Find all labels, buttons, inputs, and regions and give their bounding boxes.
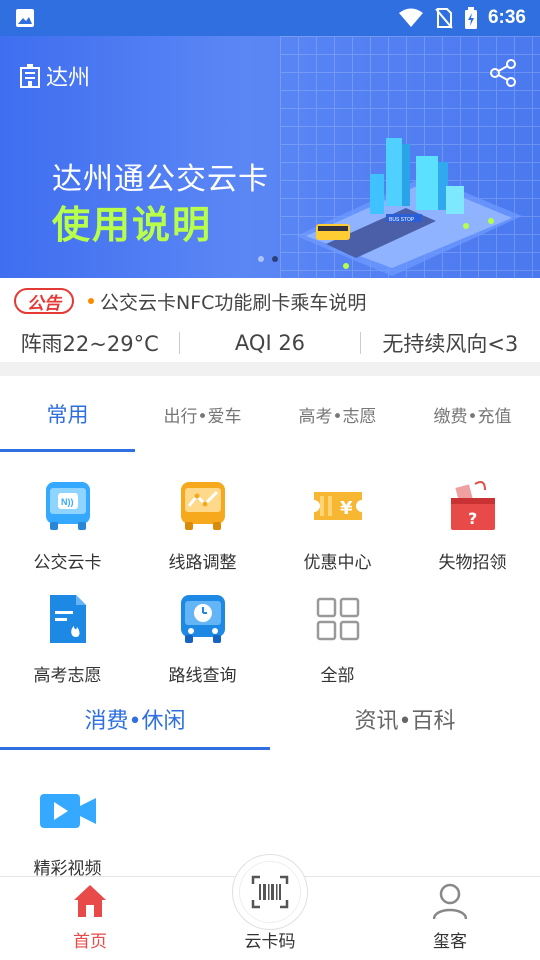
tab-payment[interactable]: 缴费•充值 [405, 376, 540, 452]
service-route-query[interactable]: 路线查询 [135, 583, 270, 696]
service-label: 公交云卡 [33, 553, 102, 573]
nav-home[interactable]: 首页 [0, 877, 180, 960]
tab-news[interactable]: 资讯•百科 [270, 688, 540, 750]
service-all[interactable]: 全部 [270, 583, 405, 696]
wifi-icon [398, 8, 423, 27]
leisure-tabs: 消费•休闲 资讯•百科 [0, 688, 540, 750]
no-sim-icon [435, 8, 453, 29]
exam-doc-icon [49, 595, 86, 643]
share-icon[interactable] [488, 58, 518, 88]
service-label: 路线查询 [168, 666, 237, 686]
smart-city-illustration: BUS STOP [296, 138, 522, 276]
lost-found-icon: ? [450, 481, 495, 530]
carousel-dot-active [272, 256, 278, 262]
city-building-icon [20, 64, 40, 88]
air-quality: AQI 26 [234, 331, 306, 355]
svg-text:?: ? [468, 509, 477, 528]
city-selector[interactable]: 达州 [18, 60, 90, 92]
service-grid: N)) 公交云卡 线路调整 ¥ 优惠中心 ? 失物招领 高考志愿 路线查询 全部 [0, 470, 540, 696]
promo-banner[interactable]: 达州 达州通公交云卡 使用说明 BUS STOP [0, 36, 540, 278]
service-tabs: 常用 出行•爱车 高考•志愿 缴费•充值 [0, 376, 540, 452]
home-icon [74, 885, 106, 917]
bus-stop-sign: BUS STOP [389, 217, 415, 223]
section-divider [0, 362, 540, 376]
clock: 6:36 [487, 7, 526, 28]
banner-title: 达州通公交云卡 [52, 162, 269, 197]
announcement-text[interactable]: 公交云卡NFC功能刷卡乘车说明 [100, 288, 366, 315]
service-label: 优惠中心 [303, 553, 372, 573]
carousel-indicator [258, 256, 278, 262]
announcement-bar[interactable]: 公告 公交云卡NFC功能刷卡乘车说明 [0, 278, 540, 324]
barcode-scan-icon [251, 875, 289, 909]
service-route-adjust[interactable]: 线路调整 [135, 470, 270, 583]
city-name: 达州 [46, 66, 91, 91]
tab-leisure[interactable]: 消费•休闲 [0, 688, 270, 750]
bus-clock-icon [180, 595, 225, 643]
tab-exam[interactable]: 高考•志愿 [270, 376, 405, 452]
nav-profile[interactable]: 玺客 [360, 877, 540, 960]
svg-text:N)): N)) [61, 497, 74, 507]
nav-card-code-label: 云卡码 [244, 932, 296, 952]
bullet-dot-icon [88, 298, 94, 304]
route-adjust-icon [180, 482, 225, 530]
svg-text:¥: ¥ [340, 498, 353, 519]
card-code-button[interactable] [232, 854, 308, 930]
service-label: 全部 [320, 666, 355, 686]
video-camera-icon [39, 794, 96, 828]
user-icon [432, 883, 468, 920]
all-grid-icon [316, 597, 359, 641]
service-lost-found[interactable]: ? 失物招领 [405, 470, 540, 583]
service-label: 线路调整 [168, 553, 237, 573]
leisure-video[interactable]: 精彩视频 [0, 780, 135, 879]
announcement-badge: 公告 [14, 288, 74, 314]
service-coupon-center[interactable]: ¥ 优惠中心 [270, 470, 405, 583]
nav-profile-label: 玺客 [433, 932, 467, 952]
service-exam-volunteer[interactable]: 高考志愿 [0, 583, 135, 696]
tab-common[interactable]: 常用 [0, 376, 135, 452]
service-label: 失物招领 [438, 553, 507, 573]
wind-info: 无持续风向<3 [382, 332, 519, 356]
battery-charging-icon [464, 7, 477, 29]
status-bar: 6:36 [0, 0, 540, 36]
weather-condition: 阵雨22~29°C [20, 332, 159, 356]
weather-bar: 阵雨22~29°C AQI 26 无持续风向<3 [0, 324, 540, 362]
carousel-dot [258, 256, 264, 262]
banner-subtitle: 使用说明 [52, 203, 213, 247]
service-label: 高考志愿 [33, 666, 102, 686]
nav-home-label: 首页 [73, 932, 107, 952]
service-bus-card[interactable]: N)) 公交云卡 [0, 470, 135, 583]
coupon-icon: ¥ [313, 492, 362, 520]
tab-travel-car[interactable]: 出行•爱车 [135, 376, 270, 452]
bus-nfc-icon: N)) [45, 482, 90, 530]
image-notification-icon [16, 9, 34, 27]
